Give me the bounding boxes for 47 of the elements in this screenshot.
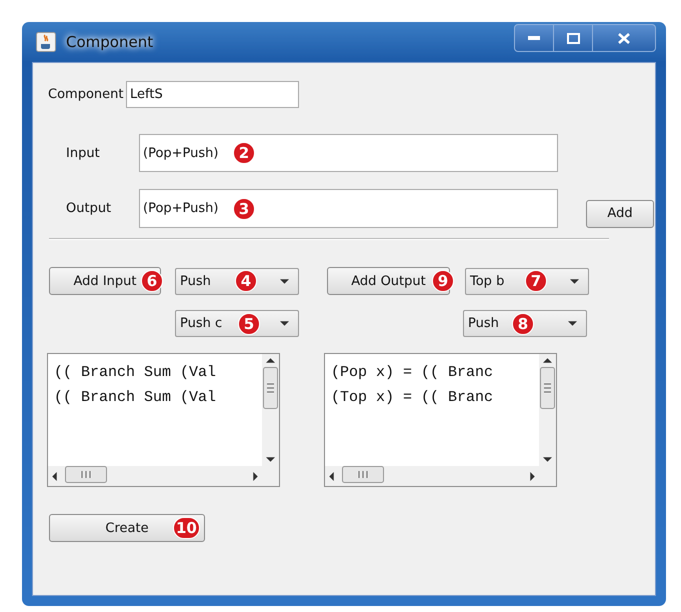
scroll-thumb[interactable] xyxy=(263,367,278,409)
number-badge: 4 xyxy=(235,270,257,292)
dropdown-value: Push c xyxy=(180,316,222,331)
scroll-right-icon[interactable] xyxy=(530,472,535,480)
scroll-thumb[interactable] xyxy=(540,367,555,409)
number-badge: 7 xyxy=(525,270,547,292)
caret-icon[interactable] xyxy=(280,278,289,284)
list-line: (( Branch Sum (Val xyxy=(54,388,218,408)
dropdown[interactable]: Top b 7 xyxy=(465,268,589,294)
scroll-left-icon[interactable] xyxy=(329,472,334,480)
list-line: (Pop x) = (( Branc xyxy=(331,363,494,383)
field-label: Component xyxy=(48,87,124,102)
scroll-left-icon[interactable] xyxy=(52,472,57,480)
dropdown-value: Push xyxy=(468,316,499,331)
minimize-icon xyxy=(528,36,540,40)
dropdown[interactable]: Push 8 xyxy=(463,310,587,337)
scroll-down-icon[interactable] xyxy=(543,457,552,462)
caret-icon[interactable] xyxy=(570,278,579,284)
text-list[interactable]: (Pop x) = (( Branc (Top x) = (( Branc xyxy=(324,353,557,487)
dropdown[interactable]: Push c 5 xyxy=(175,310,299,337)
caret-icon[interactable] xyxy=(280,321,289,326)
add-button[interactable]: Add xyxy=(586,200,654,228)
number-badge: 8 xyxy=(512,312,534,334)
dropdown[interactable]: Push 4 xyxy=(175,268,299,294)
scroll-right-icon[interactable] xyxy=(253,472,258,480)
list-line: (Top x) = (( Branc xyxy=(331,388,494,408)
caret-icon[interactable] xyxy=(568,321,577,326)
number-badge: 5 xyxy=(238,312,260,334)
close-button[interactable] xyxy=(592,24,656,52)
window-title: Component xyxy=(66,33,154,51)
minimize-button[interactable] xyxy=(514,24,554,52)
text-list[interactable]: (( Branch Sum (Val (( Branch Sum (Val xyxy=(47,353,280,487)
dropdown-value: Top b xyxy=(470,274,504,288)
coffee-cup-icon xyxy=(36,32,56,52)
scroll-thumb[interactable] xyxy=(342,466,384,482)
scroll-up-icon[interactable] xyxy=(266,358,275,363)
scroll-up-icon[interactable] xyxy=(543,358,552,363)
scroll-thumb[interactable] xyxy=(65,466,107,482)
scroll-down-icon[interactable] xyxy=(266,457,275,462)
maximize-button[interactable] xyxy=(553,24,593,52)
field-label: Output xyxy=(66,201,112,216)
dropdown-value: Push xyxy=(180,274,211,288)
list-line: (( Branch Sum (Val xyxy=(54,363,218,383)
input-field[interactable]: LeftS xyxy=(126,81,299,108)
field-label: Input xyxy=(66,146,101,160)
maximize-icon xyxy=(566,32,580,44)
close-icon xyxy=(618,32,630,44)
